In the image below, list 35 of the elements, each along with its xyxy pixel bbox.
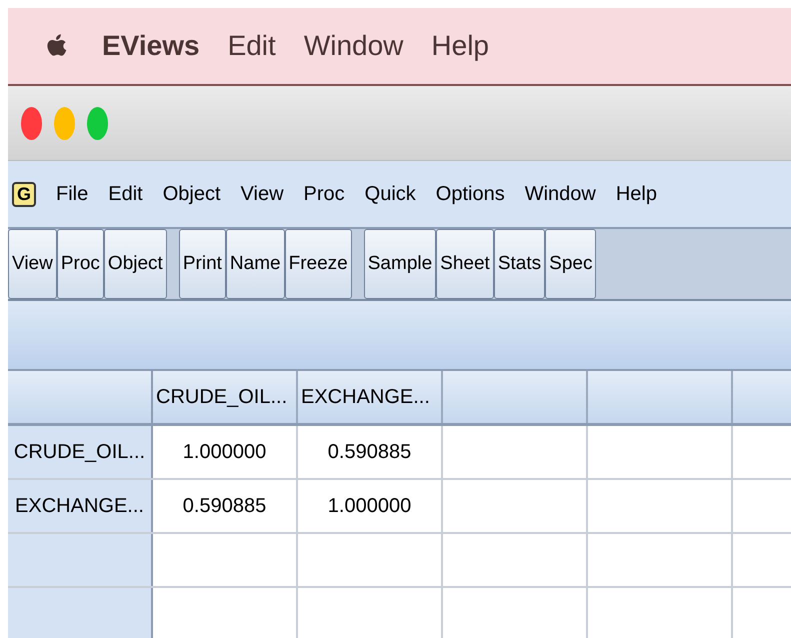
column-header[interactable]: EXCHANGE... <box>298 371 443 423</box>
row-header[interactable] <box>8 534 153 586</box>
toolbar-button[interactable]: Sheet <box>436 229 494 299</box>
toolbar-button[interactable]: Print <box>178 229 226 299</box>
toolbar-button[interactable]: Sample <box>364 229 436 299</box>
menu-item[interactable]: Window <box>304 30 404 62</box>
toolbar-button[interactable]: Proc <box>56 229 104 299</box>
row-header[interactable]: EXCHANGE... <box>8 480 153 532</box>
menu-item[interactable]: Help <box>616 182 657 206</box>
window-control-button[interactable] <box>21 106 42 140</box>
menu-item[interactable]: Help <box>431 30 489 62</box>
toolbar-button[interactable]: Name <box>226 229 285 299</box>
row-header[interactable] <box>8 588 153 638</box>
window-control-button[interactable] <box>54 106 75 140</box>
column-header[interactable] <box>588 371 733 423</box>
menu-item[interactable]: Object <box>162 182 221 206</box>
toolbar-button[interactable]: View <box>8 229 57 299</box>
toolbar-button[interactable]: Object <box>104 229 167 299</box>
menu-item[interactable]: Window <box>524 182 596 206</box>
menu-item[interactable]: Proc <box>304 182 345 206</box>
toolbar-button[interactable]: Stats <box>494 229 546 299</box>
menu-item[interactable]: Options <box>436 182 505 206</box>
menu-item[interactable]: Quick <box>364 182 416 206</box>
toolbar-button[interactable]: Freeze <box>284 229 352 299</box>
menu-item[interactable]: Edit <box>108 182 143 206</box>
row-header[interactable]: CRUDE_OIL... <box>8 426 153 478</box>
column-header[interactable] <box>443 371 588 423</box>
menu-item[interactable]: View <box>240 182 284 206</box>
toolbar-button[interactable]: Spec <box>545 229 596 299</box>
app-icon: G <box>12 182 36 206</box>
window-control-button[interactable] <box>87 106 108 140</box>
app-menu[interactable]: EViews <box>102 30 200 62</box>
column-header[interactable]: CRUDE_OIL... <box>153 371 298 423</box>
menu-item[interactable]: File <box>56 182 88 206</box>
menu-item[interactable]: Edit <box>228 30 276 62</box>
